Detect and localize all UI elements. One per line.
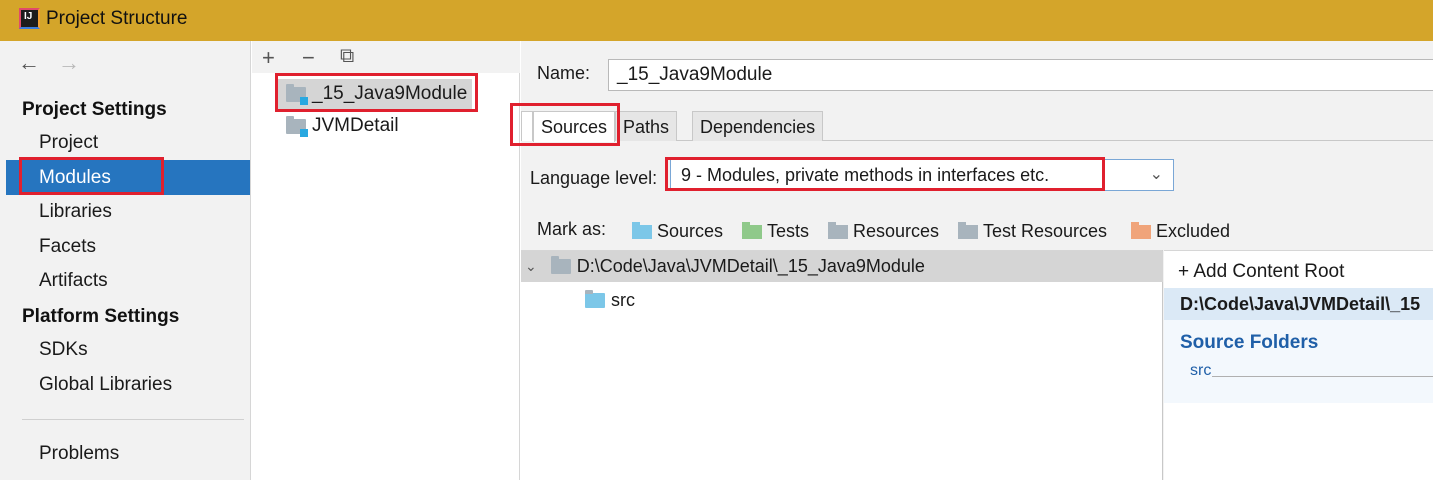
settings-sidebar: ← → Project Settings Project Modules Lib… (6, 41, 251, 480)
add-icon[interactable]: + (262, 45, 275, 71)
test-resources-folder-icon (958, 221, 978, 239)
copy-icon[interactable]: ⧉ (340, 45, 354, 68)
mark-as-label: Mark as: (537, 219, 607, 239)
mark-as-sources-button[interactable]: Sources (632, 221, 723, 242)
content-root-path[interactable]: D:\Code\Java\JVMDetail\_15 (1164, 288, 1433, 320)
add-content-root-button[interactable]: + Add Content Root (1178, 261, 1344, 283)
project-settings-header: Project Settings (22, 99, 167, 120)
module-item[interactable]: JVMDetail (286, 111, 399, 141)
mark-as-sources-label: Sources (657, 221, 724, 241)
tab-dependencies[interactable]: Dependencies (692, 111, 824, 141)
platform-settings-header: Platform Settings (22, 306, 180, 327)
sidebar-item-sdks[interactable]: SDKs (6, 332, 250, 367)
excluded-folder-icon (1131, 221, 1151, 239)
remove-icon[interactable]: − (302, 45, 315, 71)
tests-folder-icon (742, 221, 762, 239)
mark-as-test-resources-label: Test Resources (983, 221, 1108, 241)
tree-item-src[interactable]: src (585, 290, 635, 311)
title-bar: IJ Project Structure (0, 0, 1433, 41)
mark-as-tests-button[interactable]: Tests (742, 221, 809, 242)
highlight-language-level (665, 157, 1105, 191)
forward-arrow-icon[interactable]: → (58, 50, 80, 76)
tree-root-path: D:\Code\Java\JVMDetail\_15_Java9Module (576, 256, 925, 276)
chevron-down-icon: ⌄ (1149, 166, 1163, 183)
add-content-root-label: Add Content Root (1193, 261, 1345, 282)
mark-as-resources-button[interactable]: Resources (828, 221, 939, 242)
highlight-sources-tab (510, 103, 620, 146)
sources-folder-icon (632, 221, 652, 239)
tree-item-label: src (611, 290, 635, 310)
module-toolbar: + − ⧉ (252, 41, 520, 73)
sidebar-item-artifacts[interactable]: Artifacts (6, 263, 250, 298)
back-arrow-icon[interactable]: ← (18, 50, 40, 76)
highlight-module-item (275, 73, 478, 112)
source-tree: ⌄ D:\Code\Java\JVMDetail\_15_Java9Module… (521, 250, 1163, 480)
source-folder-underline (1212, 376, 1433, 377)
source-folder-icon (585, 290, 605, 308)
highlight-modules (19, 157, 164, 195)
name-label: Name: (537, 63, 591, 83)
plus-icon: + (1178, 261, 1194, 282)
module-name: JVMDetail (312, 115, 399, 136)
mark-as-resources-label: Resources (853, 221, 940, 241)
mark-as-excluded-label: Excluded (1156, 221, 1231, 241)
resources-folder-icon (828, 221, 848, 239)
source-folders-header: Source Folders (1180, 332, 1319, 353)
module-settings-panel: Name: _15_Java9Module Sources Paths Depe… (521, 41, 1433, 480)
source-folder-entry[interactable]: src (1190, 362, 1211, 380)
chevron-down-icon[interactable]: ⌄ (525, 258, 537, 275)
sidebar-item-project[interactable]: Project (6, 125, 250, 160)
tab-paths[interactable]: Paths (615, 111, 678, 141)
module-folder-icon (286, 115, 308, 137)
mark-as-test-resources-button[interactable]: Test Resources (958, 221, 1107, 242)
module-tabs: Sources Paths Dependencies (521, 111, 1433, 142)
sidebar-item-global-libraries[interactable]: Global Libraries (6, 367, 250, 402)
sidebar-divider (22, 419, 244, 420)
sidebar-item-libraries[interactable]: Libraries (6, 194, 250, 229)
module-name-field[interactable]: _15_Java9Module (608, 59, 1433, 91)
sidebar-item-problems[interactable]: Problems (6, 436, 250, 471)
root-folder-icon (550, 256, 571, 274)
intellij-app-icon: IJ (19, 8, 40, 29)
mark-as-tests-label: Tests (767, 221, 810, 241)
mark-as-excluded-button[interactable]: Excluded (1131, 221, 1230, 242)
content-roots-panel: + Add Content Root D:\Code\Java\JVMDetai… (1164, 250, 1433, 480)
tree-root-row[interactable]: ⌄ D:\Code\Java\JVMDetail\_15_Java9Module (521, 251, 1163, 282)
sidebar-item-facets[interactable]: Facets (6, 229, 250, 264)
window-title: Project Structure (46, 8, 188, 29)
language-level-label: Language level: (530, 168, 658, 188)
